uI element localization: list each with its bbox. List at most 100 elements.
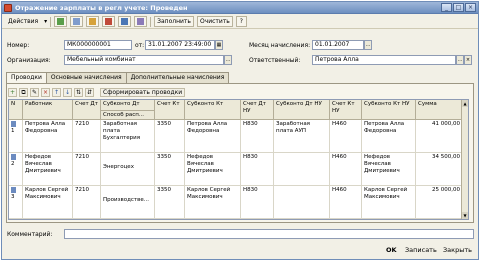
- worker-cell[interactable]: Карлов Сергей Максимович: [23, 186, 73, 218]
- col-header-subconto-dt-nu[interactable]: Субконто Дт НУ: [274, 100, 330, 120]
- grid-scrollbar[interactable]: ▲ ▼: [461, 100, 468, 219]
- period-select-icon[interactable]: …: [364, 40, 372, 50]
- chevron-down-icon[interactable]: ▾: [44, 18, 47, 25]
- acc-dt-cell[interactable]: 7210: [73, 153, 101, 185]
- worker-cell[interactable]: Нефедов Вячеслав Дмитриевич: [23, 153, 73, 185]
- table-row[interactable]: 2 Нефедов Вячеслав Дмитриевич 7210 Энерг…: [9, 153, 468, 186]
- add-row-button[interactable]: [54, 16, 68, 27]
- acc-kt-cell[interactable]: 3350: [155, 120, 185, 152]
- move-up-icon[interactable]: ↑: [52, 87, 61, 97]
- subconto-kt-nu-cell[interactable]: Карлов Сергей Максимович: [362, 186, 416, 218]
- subconto-dt-sub-value: Энергоцех: [103, 164, 134, 170]
- sum-cell[interactable]: 41 000,00: [416, 120, 463, 152]
- col-header-worker[interactable]: Работник: [23, 100, 73, 120]
- tab-additional-accruals[interactable]: Дополнительные начисления: [125, 72, 230, 83]
- subconto-kt-cell[interactable]: Карлов Сергей Максимович: [185, 186, 241, 218]
- col-header-acc-kt[interactable]: Счет Кт: [155, 100, 185, 120]
- row-number-value: 1: [11, 128, 15, 134]
- organization-field[interactable]: Мебельный комбинат: [64, 55, 224, 65]
- subconto-dt-cell[interactable]: Производстве...: [101, 186, 155, 218]
- generate-postings-button[interactable]: Сформировать проводки: [100, 87, 186, 97]
- report-button[interactable]: [134, 16, 148, 27]
- col-header-acc-dt-nu[interactable]: Счет Дт НУ: [241, 100, 274, 120]
- move-down-icon[interactable]: ↓: [63, 87, 72, 97]
- edit-icon[interactable]: ✎: [30, 87, 39, 97]
- organization-select-icon[interactable]: …: [224, 55, 232, 65]
- number-label: Номер:: [7, 42, 30, 49]
- acc-dt-cell[interactable]: 7210: [73, 120, 101, 152]
- subconto-dt-cell[interactable]: Заработная плата Бухгалтерия: [101, 120, 155, 152]
- acc-kt-cell[interactable]: 3350: [155, 153, 185, 185]
- scroll-down-icon[interactable]: ▼: [462, 212, 468, 219]
- acc-dt-nu-cell[interactable]: Н830: [241, 153, 274, 185]
- acc-kt-nu-cell[interactable]: Н460: [330, 153, 362, 185]
- maximize-button[interactable]: □: [453, 3, 464, 12]
- responsible-field[interactable]: Петрова Алла: [312, 55, 456, 65]
- close-window-button[interactable]: ×: [465, 3, 476, 12]
- sort-desc-icon[interactable]: ⇵: [85, 87, 94, 97]
- col-header-subconto-kt[interactable]: Субконто Кт: [185, 100, 241, 120]
- close-button[interactable]: Закрыть: [443, 246, 472, 254]
- copy-icon[interactable]: ⧉: [19, 87, 28, 97]
- subconto-dt-nu-cell[interactable]: [274, 186, 330, 218]
- col-header-acc-kt-nu[interactable]: Счет Кт НУ: [330, 100, 362, 120]
- col-header-subconto-dt[interactable]: Субконто Дт Способ расп...: [101, 100, 155, 120]
- col-header-sum[interactable]: Сумма: [416, 100, 463, 120]
- table-row[interactable]: 1 Петрова Алла Федоровна 7210 Заработная…: [9, 120, 468, 153]
- method-subheader: Способ расп...: [101, 110, 154, 119]
- sum-cell[interactable]: 25 000,00: [416, 186, 463, 218]
- unpost-button[interactable]: [102, 16, 116, 27]
- scroll-up-icon[interactable]: ▲: [462, 100, 468, 107]
- help-button[interactable]: ?: [235, 16, 247, 27]
- acc-dt-cell[interactable]: 7210: [73, 186, 101, 218]
- subconto-dt-cell[interactable]: Энергоцех: [101, 153, 155, 185]
- table-row[interactable]: 3 Карлов Сергей Максимович 7210 Производ…: [9, 186, 468, 219]
- responsible-select-icon[interactable]: …: [456, 55, 464, 65]
- acc-kt-nu-cell[interactable]: Н460: [330, 186, 362, 218]
- acc-dt-nu-cell[interactable]: Н830: [241, 120, 274, 152]
- structure-button[interactable]: [118, 16, 132, 27]
- subconto-kt-nu-cell[interactable]: Нефедов Вячеслав Дмитриевич: [362, 153, 416, 185]
- acc-kt-nu-cell[interactable]: Н460: [330, 120, 362, 152]
- fill-button[interactable]: Заполнить: [154, 16, 194, 27]
- subconto-dt-nu-cell[interactable]: [274, 153, 330, 185]
- acc-kt-cell[interactable]: 3350: [155, 186, 185, 218]
- calendar-icon[interactable]: ▦: [215, 40, 223, 50]
- copy-row-button[interactable]: [70, 16, 84, 27]
- post-document-button[interactable]: [86, 16, 100, 27]
- toolbar-separator: [150, 16, 152, 27]
- period-label: Месяц начисления:: [249, 42, 311, 49]
- tab-main-accruals[interactable]: Основные начисления: [45, 72, 127, 83]
- minimize-button[interactable]: _: [441, 3, 452, 12]
- col-header-acc-dt[interactable]: Счет Дт: [73, 100, 101, 120]
- comment-field[interactable]: [64, 229, 474, 239]
- subconto-kt-cell[interactable]: Петрова Алла Федоровна: [185, 120, 241, 152]
- sum-cell[interactable]: 34 500,00: [416, 153, 463, 185]
- subconto-kt-cell[interactable]: Нефедов Вячеслав Дмитриевич: [185, 153, 241, 185]
- subconto-kt-nu-cell[interactable]: Петрова Алла Федоровна: [362, 120, 416, 152]
- number-field[interactable]: МК000000001: [64, 40, 132, 50]
- add-icon: [57, 18, 65, 25]
- subconto-dt-title: Субконто Дт: [103, 101, 140, 107]
- date-field[interactable]: 31.01.2007 23:49:00: [145, 40, 215, 50]
- clear-button[interactable]: Очистить: [196, 16, 233, 27]
- col-header-subconto-kt-nu[interactable]: Субконто Кт НУ: [362, 100, 416, 120]
- acc-dt-nu-cell[interactable]: Н830: [241, 186, 274, 218]
- actions-menu[interactable]: Действия: [5, 17, 41, 26]
- grid-toolbar: + ⧉ ✎ × ↑ ↓ ⇅ ⇵ Сформировать проводки: [8, 87, 186, 97]
- sort-asc-icon[interactable]: ⇅: [74, 87, 83, 97]
- row-number-value: 3: [11, 194, 15, 200]
- worker-cell[interactable]: Петрова Алла Федоровна: [23, 120, 73, 152]
- window-controls: _ □ ×: [441, 3, 476, 13]
- col-header-n[interactable]: N: [9, 100, 23, 120]
- ok-button[interactable]: OK: [386, 246, 397, 254]
- period-field[interactable]: 01.01.2007: [312, 40, 364, 50]
- save-button[interactable]: Записать: [405, 246, 437, 254]
- subconto-dt-nu-cell[interactable]: Заработная плата АУП: [274, 120, 330, 152]
- title-bar[interactable]: Отражение зарплаты в регл учете: Проведе…: [2, 2, 478, 14]
- delete-icon[interactable]: ×: [41, 87, 50, 97]
- subconto-dt-sub-value: Производстве...: [103, 197, 149, 203]
- add-icon[interactable]: +: [8, 87, 17, 97]
- organization-label: Организация:: [7, 57, 51, 64]
- responsible-clear-icon[interactable]: ×: [464, 55, 472, 65]
